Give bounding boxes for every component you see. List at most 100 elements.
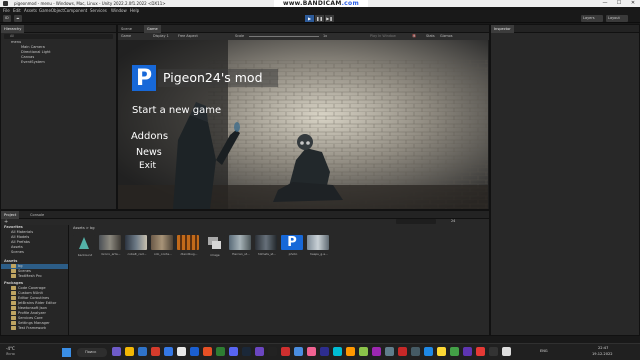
asset-hilmets[interactable]: hilmets_st... — [255, 235, 277, 256]
app-icon[interactable] — [346, 347, 355, 356]
tab-scene[interactable]: Scene — [118, 25, 135, 33]
package-custom-nunit[interactable]: Custom NUnit — [11, 291, 43, 295]
packages-header[interactable]: Packages — [4, 281, 23, 285]
step-button[interactable]: ▶❚ — [325, 15, 334, 22]
language-indicator[interactable]: ENG — [540, 349, 548, 353]
menu-component[interactable]: Component — [64, 8, 87, 13]
start-new-game-button[interactable]: Start a new game — [132, 105, 221, 116]
play-mode-dropdown[interactable]: Play In Window — [370, 33, 396, 40]
app-icon[interactable] — [151, 347, 160, 356]
app-icon[interactable] — [255, 347, 264, 356]
menu-gameobject[interactable]: GameObject — [39, 8, 64, 13]
taskbar-search-input[interactable]: Поиск — [77, 348, 107, 357]
app-icon[interactable] — [294, 347, 303, 356]
asset-photo[interactable]: P photo — [281, 235, 303, 256]
app-icon[interactable] — [190, 347, 199, 356]
asset-dlandbug[interactable]: dlandbug... — [177, 235, 199, 256]
hierarchy-item-eventsystem[interactable]: EventSystem — [21, 60, 45, 64]
clock-time[interactable]: 22:47 — [598, 346, 608, 350]
favorite-scenes[interactable]: Scenes — [11, 250, 24, 254]
tab-console[interactable]: Console — [27, 211, 47, 219]
project-search-input[interactable] — [396, 219, 436, 224]
asset-hercan[interactable]: Hercan_st... — [229, 235, 251, 256]
layout-dropdown[interactable]: Layout — [606, 15, 628, 22]
asset-cobalt[interactable]: cobalt_cad... — [125, 235, 147, 256]
tab-game[interactable]: Game — [144, 25, 161, 33]
edge-icon[interactable] — [164, 347, 173, 356]
package-settings-manager[interactable]: Settings Manager — [11, 321, 50, 325]
assets-header[interactable]: Assets — [4, 259, 17, 263]
menu-file[interactable]: File — [3, 8, 10, 13]
app-icon[interactable] — [463, 347, 472, 356]
weather-desc[interactable]: Ясно — [6, 352, 15, 356]
favorites-header[interactable]: Favorites — [4, 225, 23, 229]
cloud-icon[interactable]: ☁ — [14, 15, 22, 22]
app-icon[interactable] — [359, 347, 368, 356]
favorite-assets[interactable]: Assets — [11, 245, 23, 249]
scale-slider[interactable] — [249, 36, 319, 37]
app-icon[interactable] — [333, 347, 342, 356]
gizmos-button[interactable]: Gizmos — [440, 33, 453, 40]
app-icon[interactable] — [372, 347, 381, 356]
app-icon[interactable] — [281, 347, 290, 356]
menu-edit[interactable]: Edit — [13, 8, 21, 13]
app-icon[interactable] — [476, 347, 485, 356]
favorite-all-materials[interactable]: All Materials — [11, 230, 33, 234]
pause-button[interactable]: ❚❚ — [315, 15, 324, 22]
app-icon[interactable] — [138, 347, 147, 356]
file-explorer-icon[interactable] — [125, 347, 134, 356]
menu-help[interactable]: Help — [130, 8, 139, 13]
addons-button[interactable]: Addons — [131, 131, 168, 142]
news-button[interactable]: News — [136, 147, 162, 158]
hierarchy-scene-menu[interactable]: menu — [11, 40, 21, 44]
package-jetbrains-rider[interactable]: JetBrains Rider Editor — [11, 301, 56, 305]
layers-dropdown[interactable]: Layers — [581, 15, 603, 22]
display-dropdown[interactable]: Display 1 — [153, 33, 169, 40]
asset-cob-conte[interactable]: cob_conte... — [151, 235, 173, 256]
hierarchy-item-main-camera[interactable]: Main Camera — [21, 45, 45, 49]
game-dropdown[interactable]: Game — [121, 33, 131, 40]
app-icon[interactable] — [385, 347, 394, 356]
steam-icon[interactable] — [242, 347, 251, 356]
folder-bg[interactable]: bg — [11, 264, 23, 268]
app-icon[interactable] — [216, 347, 225, 356]
mute-icon[interactable]: 🔇 — [412, 33, 416, 40]
package-profile-analyzer[interactable]: Profile Analyzer — [11, 311, 46, 315]
app-icon[interactable] — [112, 347, 121, 356]
hierarchy-item-canvas[interactable]: Canvas — [21, 55, 34, 59]
weather-temp[interactable]: -4°C — [6, 346, 15, 351]
package-newtonsoft-json[interactable]: Newtonsoft Json — [11, 306, 47, 310]
menu-window[interactable]: Window — [111, 8, 127, 13]
package-code-coverage[interactable]: Code Coverage — [11, 286, 46, 290]
tab-project[interactable]: Project — [1, 211, 20, 219]
favorite-all-prefabs[interactable]: All Prefabs — [11, 240, 30, 244]
app-icon[interactable] — [502, 347, 511, 356]
breadcrumb[interactable]: Assets > bg — [73, 226, 95, 230]
app-icon[interactable] — [450, 347, 459, 356]
hierarchy-item-directional-light[interactable]: Directional Light — [21, 50, 51, 54]
tab-hierarchy[interactable]: Hierarchy — [1, 25, 25, 33]
asset-backound[interactable]: backound — [73, 235, 95, 257]
asset-bronx[interactable]: bronx_arta... — [99, 235, 121, 256]
aspect-dropdown[interactable]: Free Aspect — [178, 33, 198, 40]
favorite-all-models[interactable]: All Models — [11, 235, 29, 239]
app-icon[interactable] — [203, 347, 212, 356]
asset-image[interactable]: image — [203, 235, 225, 257]
menu-assets[interactable]: Assets — [24, 8, 37, 13]
package-test-framework[interactable]: Test Framework — [11, 326, 46, 330]
asset-hesps[interactable]: hesps_g.a... — [307, 235, 329, 256]
hierarchy-search-input[interactable]: All — [4, 34, 113, 39]
app-icon[interactable] — [320, 347, 329, 356]
menu-services[interactable]: Services — [90, 8, 107, 13]
app-icon[interactable] — [411, 347, 420, 356]
app-icon[interactable] — [398, 347, 407, 356]
chrome-icon[interactable] — [177, 347, 186, 356]
package-services-core[interactable]: Services Core — [11, 316, 43, 320]
stats-button[interactable]: Stats — [426, 33, 435, 40]
discord-icon[interactable] — [229, 347, 238, 356]
clock-date[interactable]: 19.12.2022 — [592, 352, 613, 356]
unity-taskbar-icon[interactable] — [268, 347, 277, 356]
app-icon[interactable] — [307, 347, 316, 356]
game-view[interactable]: P Pigeon24's mod Start a new game Addons… — [118, 40, 488, 209]
minimize-button[interactable]: — — [598, 0, 612, 7]
